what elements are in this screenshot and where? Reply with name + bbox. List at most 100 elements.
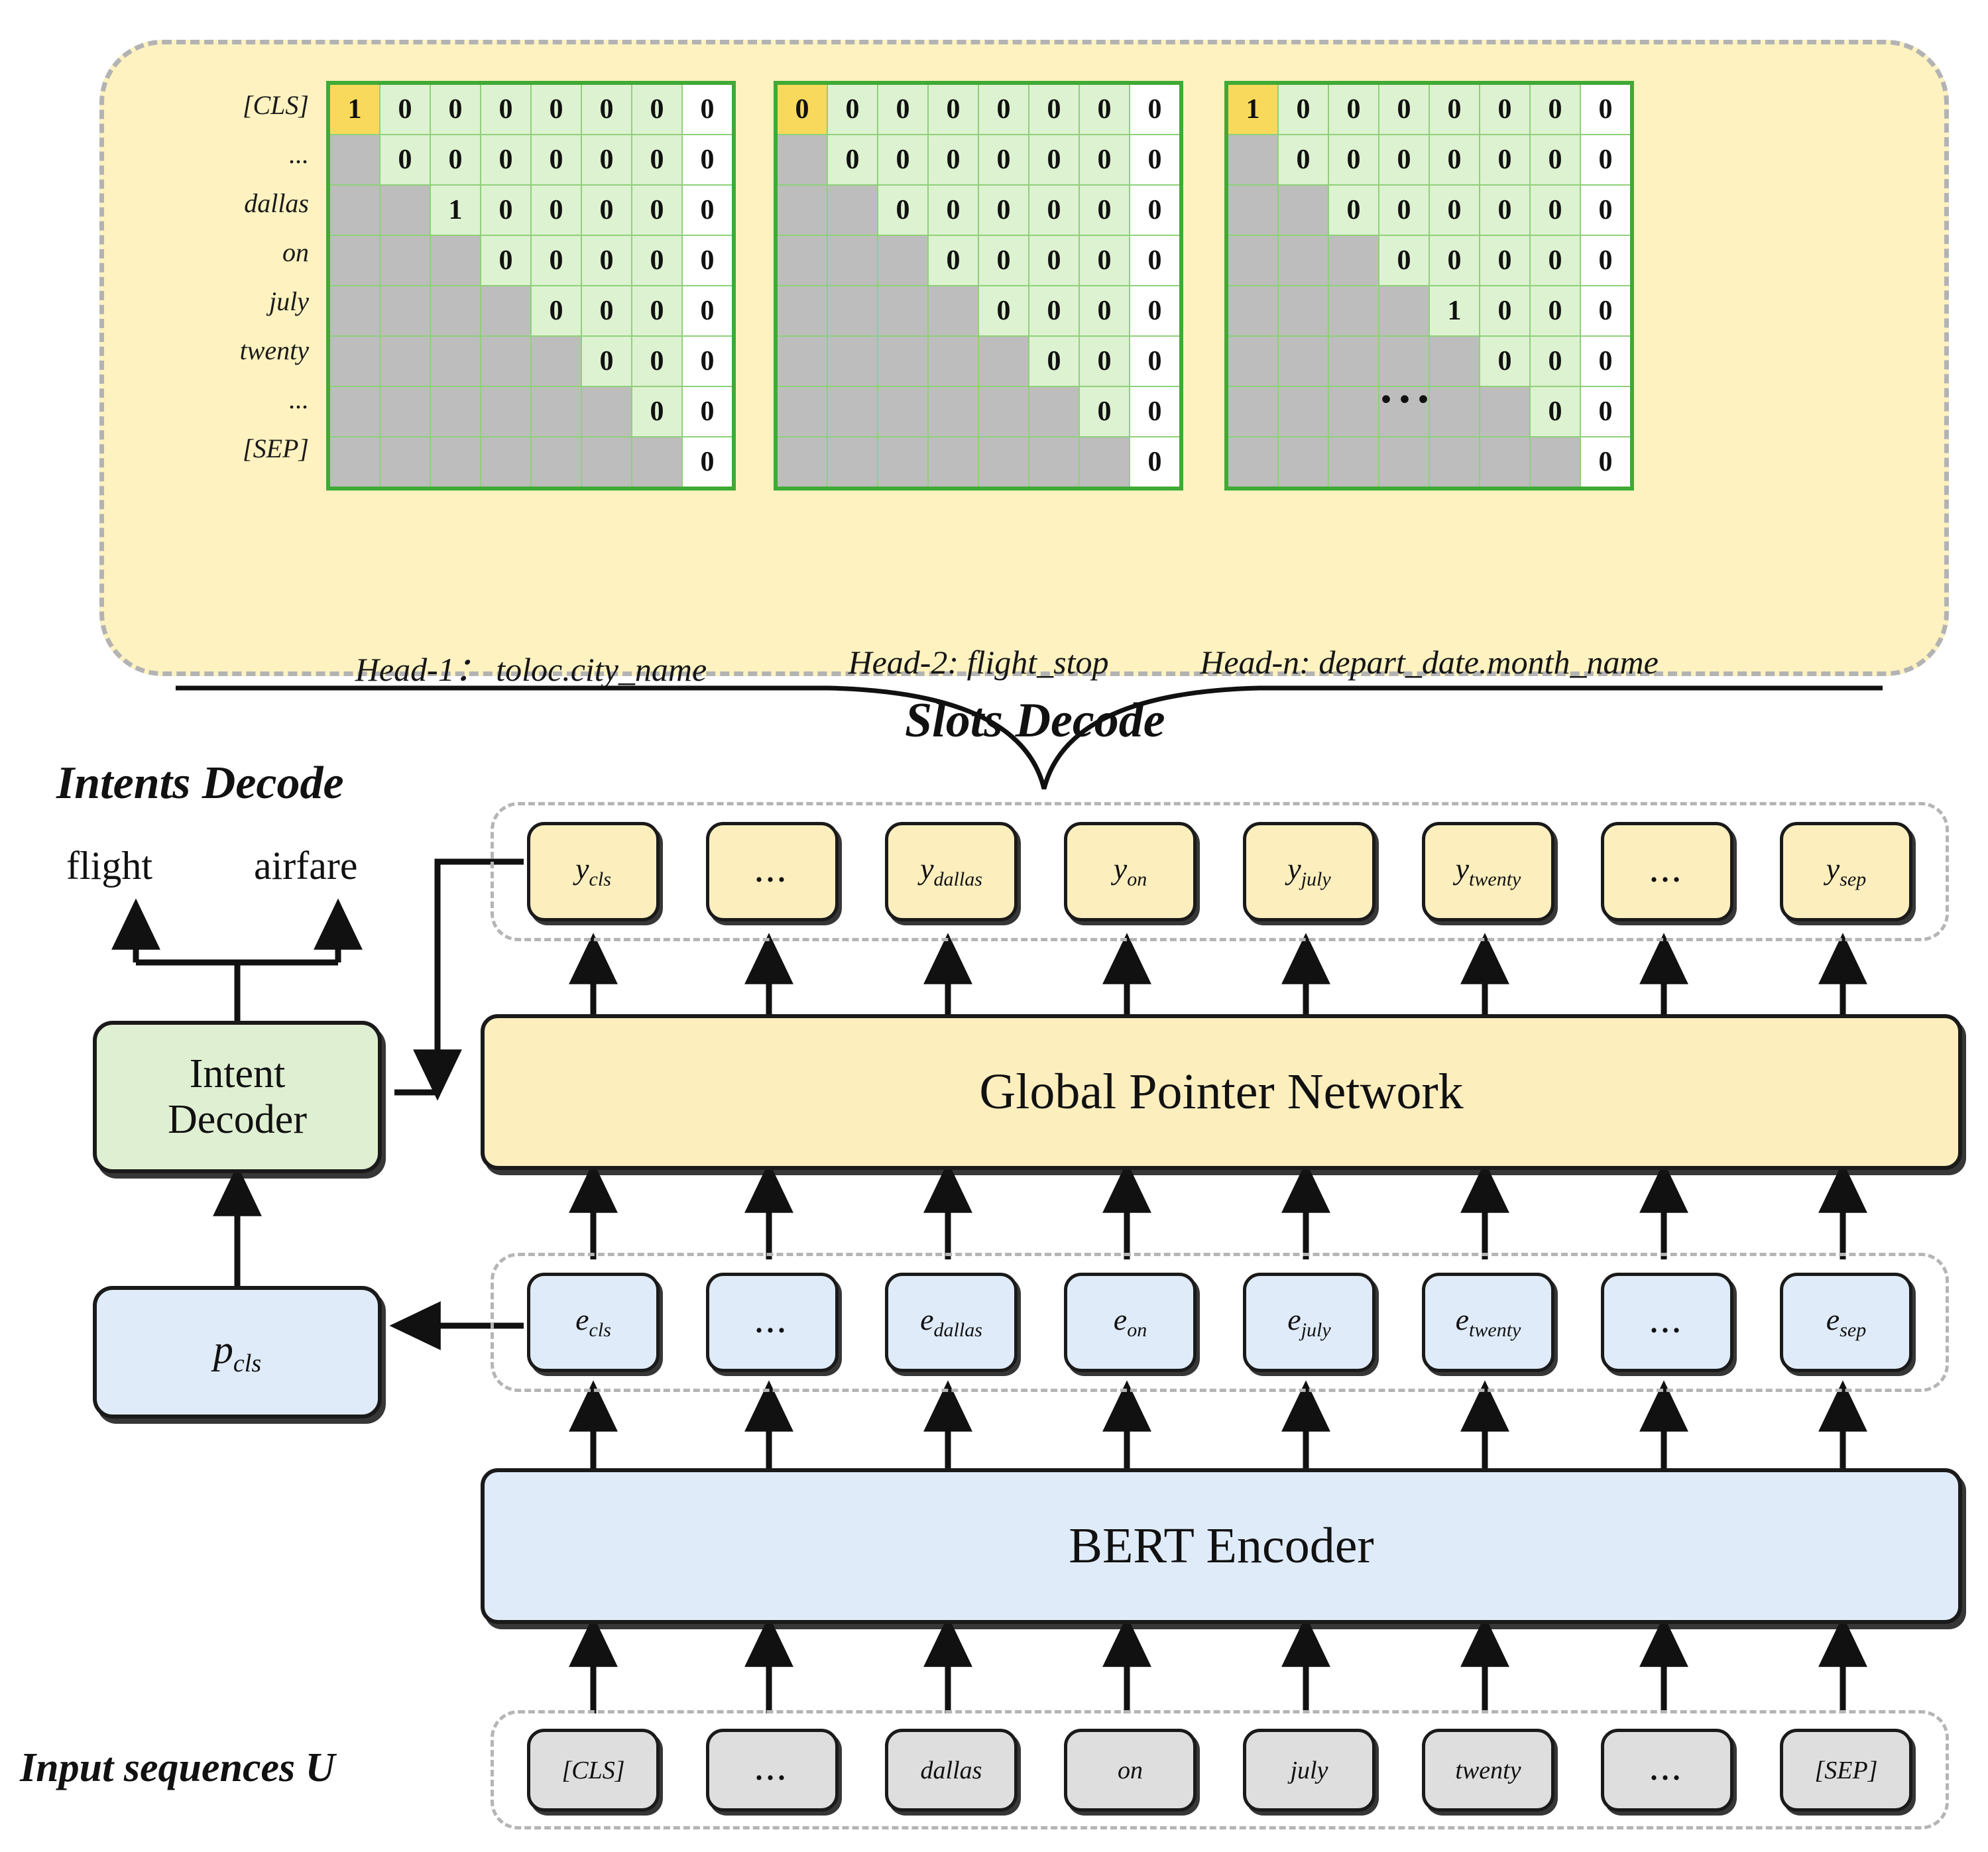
matrix-cell — [1226, 235, 1279, 286]
u-input-token[interactable]: [CLS] — [527, 1729, 660, 1812]
y-output-token[interactable]: ... — [1601, 822, 1733, 921]
y-output-token[interactable]: ydallas — [885, 822, 1018, 921]
u-input-token-label: july — [1290, 1756, 1328, 1784]
matrix-cell: 0 — [1079, 285, 1130, 337]
matrix-cell: 0 — [1028, 285, 1080, 337]
matrix-cell — [1028, 436, 1080, 489]
matrix-cell: 0 — [1079, 134, 1130, 186]
matrix-cell: 0 — [1079, 235, 1130, 286]
matrix-row: 10000000 — [327, 82, 734, 135]
matrix-row: 000000 — [1226, 184, 1633, 236]
matrix-cell — [327, 285, 380, 337]
e-embedding-token[interactable]: ... — [706, 1273, 839, 1372]
u-input-token[interactable]: ... — [706, 1729, 839, 1812]
matrix-cell: 0 — [1529, 335, 1581, 387]
matrix-cell: 0 — [1479, 82, 1531, 135]
e-embedding-token[interactable]: esep — [1780, 1273, 1912, 1372]
matrix-cell: 0 — [480, 134, 532, 186]
matrix-cell: 0 — [1529, 235, 1581, 286]
head-caption: Head-n: depart_date.month_name — [1200, 644, 1659, 681]
matrix-cell: 0 — [1129, 386, 1182, 437]
matrix-cell: 0 — [1378, 235, 1430, 286]
matrix-cell — [827, 184, 878, 236]
matrix-row: 000 — [775, 335, 1182, 387]
matrix-row-label: twenty — [239, 335, 309, 365]
head-block-2: 0 0 0 0 0 0 0 0 0 0 0 0 0 0 0 0 0 0 0 0 0 0 0 0 0 0 0 0 0 0 0 0 0 0 0 0 Head… — [774, 81, 1183, 681]
matrix-cell: 0 — [1580, 386, 1633, 437]
y-output-token[interactable]: ... — [706, 822, 839, 921]
y-output-token-label: ydallas — [920, 851, 982, 891]
matrix-cell — [327, 235, 380, 286]
matrix-cell: 0 — [631, 82, 683, 135]
e-embedding-token[interactable]: edallas — [885, 1273, 1018, 1372]
y-output-token[interactable]: ycls — [527, 822, 660, 921]
matrix-cell: 0 — [681, 436, 734, 489]
y-output-token[interactable]: ytwenty — [1422, 822, 1554, 921]
matrix-row-label: dallas — [244, 188, 309, 218]
matrix-cell: 0 — [1479, 134, 1531, 186]
bert-encoder-label: BERT Encoder — [1069, 1518, 1374, 1574]
matrix-cell: 0 — [480, 235, 532, 286]
matrix-cell: 0 — [1129, 82, 1182, 135]
e-embedding-token[interactable]: ejuly — [1243, 1273, 1375, 1372]
u-input-token-label: ... — [755, 1754, 789, 1786]
matrix-cell — [379, 184, 431, 236]
e-embedding-token[interactable]: etwenty — [1422, 1273, 1554, 1372]
e-embedding-token[interactable]: ... — [1601, 1273, 1733, 1372]
matrix-cell: 0 — [681, 235, 734, 286]
u-input-token-label: [CLS] — [561, 1756, 625, 1784]
intents-decode-label: Intents Decode — [56, 758, 344, 809]
matrix-cell: 0 — [1129, 184, 1182, 236]
u-input-token[interactable]: dallas — [885, 1729, 1018, 1812]
u-input-token[interactable]: on — [1064, 1729, 1197, 1812]
global-pointer-network-bar[interactable]: Global Pointer Network — [481, 1014, 1962, 1170]
matrix-cell: 0 — [978, 134, 1029, 186]
u-input-token[interactable]: [SEP] — [1780, 1729, 1912, 1812]
matrix-cell: 0 — [1529, 134, 1581, 186]
y-output-token[interactable]: yjuly — [1243, 822, 1375, 921]
matrix-cell: 0 — [430, 134, 481, 186]
attention-matrix: 100000000000000000000000001000000000 — [1224, 81, 1634, 491]
matrix-row-label: [SEP] — [243, 434, 309, 463]
matrix-cell — [1226, 335, 1279, 387]
matrix-cell: 0 — [927, 235, 979, 286]
matrix-cell — [379, 335, 431, 387]
matrix-cell: 0 — [1328, 82, 1379, 135]
matrix-cell: 0 — [1479, 285, 1531, 337]
e-embedding-token-label: ecls — [575, 1302, 611, 1342]
matrix-cell — [775, 335, 828, 387]
matrix-cell: 0 — [827, 134, 878, 186]
matrix-cell — [480, 285, 532, 337]
y-output-token-label: yjuly — [1287, 851, 1331, 891]
u-input-token-label: on — [1118, 1756, 1143, 1784]
e-embedding-token[interactable]: ecls — [527, 1273, 660, 1372]
e-embedding-token-ellipsis: ... — [1650, 1306, 1684, 1339]
e-embedding-token[interactable]: eon — [1064, 1273, 1197, 1372]
intent-decoder-box[interactable]: Intent Decoder — [93, 1021, 382, 1173]
matrix-cell: 0 — [530, 235, 582, 286]
matrix-cell: 0 — [1277, 82, 1329, 135]
matrix-cell — [379, 235, 431, 286]
matrix-cell: 0 — [1277, 134, 1329, 186]
matrix-cell — [327, 134, 380, 186]
matrix-cell: 0 — [775, 82, 828, 135]
y-output-token[interactable]: ysep — [1780, 822, 1912, 921]
matrix-row: 0000000 — [775, 134, 1182, 186]
bert-encoder-bar[interactable]: BERT Encoder — [481, 1468, 1962, 1624]
y-output-token-label: ycls — [575, 851, 611, 891]
intent-output-flight: flight — [66, 844, 152, 888]
matrix-cell: 1 — [430, 184, 481, 236]
matrix-cell: 0 — [877, 82, 929, 135]
matrix-row: 00000 — [327, 235, 734, 286]
matrix-cell: 0 — [530, 184, 582, 236]
u-input-token[interactable]: twenty — [1422, 1729, 1554, 1812]
matrix-cell: 0 — [978, 235, 1029, 286]
y-output-token[interactable]: yon — [1064, 822, 1197, 921]
u-input-token[interactable]: ... — [1601, 1729, 1733, 1812]
u-input-token[interactable]: july — [1243, 1729, 1375, 1812]
matrix-cell: 0 — [681, 386, 734, 437]
matrix-cell: 0 — [877, 184, 929, 236]
p-cls-box[interactable]: pcls — [93, 1286, 382, 1418]
matrix-cell — [1529, 436, 1581, 489]
matrix-cell — [927, 386, 979, 437]
